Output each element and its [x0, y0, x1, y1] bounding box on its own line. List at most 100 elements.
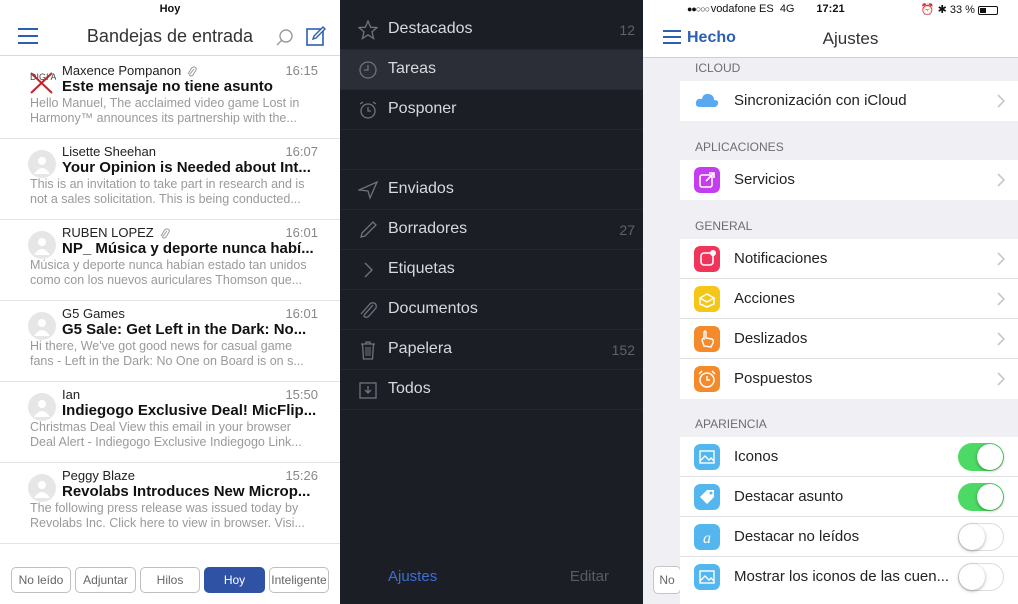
section-header-icloud: ICLOUD — [695, 61, 741, 75]
email-row[interactable]: Lisette Sheehan 16:07 Your Opinion is Ne… — [0, 138, 340, 220]
sender-logo: DIGI ART — [28, 69, 56, 97]
sidebar-item-label: Todos — [388, 380, 431, 397]
email-time: 16:15 — [285, 63, 318, 78]
sidebar-item-papelera[interactable]: Papelera 152 — [340, 330, 643, 370]
email-row[interactable]: Peggy Blaze 15:26 Revolabs Introduces Ne… — [0, 462, 340, 544]
email-sender: Peggy Blaze — [62, 468, 135, 483]
row-servicios[interactable]: Servicios — [680, 160, 1018, 200]
row-label: Destacar asunto — [734, 488, 844, 505]
letter-a-icon: a — [694, 524, 720, 550]
box-icon — [694, 286, 720, 312]
sidebar-item-todos[interactable]: Todos — [340, 370, 643, 410]
person-icon — [34, 157, 50, 174]
section-icloud: Sincronización con iCloud — [680, 81, 1018, 121]
email-row[interactable]: DIGI ART Maxence Pompanon 16:15 Este men… — [0, 57, 340, 139]
person-icon — [34, 481, 50, 498]
sidebar-item-label: Documentos — [388, 300, 478, 317]
row-pospuestos[interactable]: Pospuestos — [680, 359, 1018, 399]
chevron-right-icon — [997, 94, 1006, 108]
person-icon — [34, 400, 50, 417]
row-label: Mostrar los iconos de las cuen... — [734, 568, 950, 585]
avatar — [28, 231, 56, 259]
tag-icon — [694, 484, 720, 510]
section-general: Notificaciones Acciones Deslizados Pospu… — [680, 239, 1018, 399]
tab-adjuntar[interactable]: Adjuntar — [75, 567, 136, 593]
row-acciones[interactable]: Acciones — [680, 279, 1018, 319]
sidebar-item-borradores[interactable]: Borradores 27 — [340, 210, 643, 250]
email-sender: G5 Games — [62, 306, 125, 321]
sidebar-item-label: Destacados — [388, 20, 473, 37]
avatar — [28, 150, 56, 178]
tab-ghost-partial: No — [653, 566, 681, 594]
status-bar-label: Hoy — [159, 3, 181, 15]
sidebar-item-posponer[interactable]: Posponer — [340, 90, 643, 130]
row-label: Notificaciones — [734, 250, 828, 267]
sidebar-item-count: 152 — [611, 342, 635, 358]
digi-art-logo-icon: DIGI ART — [30, 72, 56, 94]
toggle-destacar-asunto[interactable] — [958, 483, 1004, 511]
paperclip-icon — [360, 302, 377, 318]
search-icon[interactable] — [276, 28, 294, 46]
sidebar-footer: Ajustes Editar — [340, 560, 643, 596]
compose-icon[interactable] — [306, 26, 326, 46]
chevron-right-icon — [997, 292, 1006, 306]
sidebar-item-tareas[interactable]: Tareas — [340, 50, 643, 90]
avatar — [28, 312, 56, 340]
email-time: 16:07 — [285, 144, 318, 159]
row-label: Sincronización con iCloud — [734, 92, 907, 109]
mailbox-sidebar: Destacados 12 Tareas Posponer Enviados B… — [340, 0, 643, 604]
tab-inteligente[interactable]: Inteligente — [269, 567, 329, 593]
email-time: 16:01 — [285, 306, 318, 321]
sidebar-item-enviados[interactable]: Enviados — [340, 170, 643, 210]
section-header-general: GENERAL — [695, 219, 753, 233]
tab-hoy[interactable]: Hoy — [204, 567, 265, 593]
inbox-panel: Hoy Bandejas de entrada DIGI ART Maxence… — [0, 0, 340, 604]
toggle-mostrar-iconos-cuentas[interactable] — [958, 563, 1004, 591]
sidebar-item-label: Tareas — [388, 60, 437, 77]
section-appearance: Iconos Destacar asunto a Destacar no leí… — [680, 437, 1018, 604]
email-row[interactable]: G5 Games 16:01 G5 Sale: Get Left in the … — [0, 300, 340, 382]
chevron-right-icon — [364, 262, 373, 278]
svg-text:a: a — [703, 530, 711, 547]
row-icloud-sync[interactable]: Sincronización con iCloud — [680, 81, 1018, 121]
chevron-right-icon — [997, 252, 1006, 266]
archive-icon — [359, 382, 377, 399]
image-icon — [694, 564, 720, 590]
toggle-iconos[interactable] — [958, 443, 1004, 471]
section-apps: Servicios — [680, 160, 1018, 200]
email-subject: Revolabs Introduces New Microp... — [62, 483, 311, 500]
email-row[interactable]: Ian 15:50 Indiegogo Exclusive Deal! MicF… — [0, 381, 340, 463]
person-icon — [34, 238, 50, 255]
email-subject: Este mensaje no tiene asunto — [62, 78, 273, 95]
row-notificaciones[interactable]: Notificaciones — [680, 239, 1018, 279]
email-time: 15:26 — [285, 468, 318, 483]
tab-hilos[interactable]: Hilos — [140, 567, 200, 593]
alarm-clock-icon — [694, 366, 720, 392]
chevron-right-icon — [997, 173, 1006, 187]
row-deslizados[interactable]: Deslizados — [680, 319, 1018, 359]
avatar — [28, 393, 56, 421]
toggle-destacar-no-leidos[interactable] — [958, 523, 1004, 551]
pencil-icon — [360, 221, 377, 238]
email-subject: G5 Sale: Get Left in the Dark: No... — [62, 321, 307, 338]
row-iconos: Iconos — [680, 437, 1018, 477]
section-header-appearance: APARIENCIA — [695, 417, 767, 431]
sidebar-item-destacados[interactable]: Destacados 12 — [340, 10, 643, 50]
row-label: Pospuestos — [734, 370, 813, 387]
email-sender: RUBEN LOPEZ — [62, 225, 170, 240]
settings-button[interactable]: Ajustes — [388, 568, 437, 585]
sidebar-item-documentos[interactable]: Documentos — [340, 290, 643, 330]
row-label: Acciones — [734, 290, 795, 307]
edit-button[interactable]: Editar — [570, 568, 609, 585]
row-label: Servicios — [734, 171, 795, 188]
hand-icon — [694, 326, 720, 352]
email-row[interactable]: RUBEN LOPEZ 16:01 NP_ Música y deporte n… — [0, 219, 340, 301]
sidebar-item-etiquetas[interactable]: Etiquetas — [340, 250, 643, 290]
email-preview: Hello Manuel, The acclaimed video game L… — [30, 96, 300, 125]
row-mostrar-iconos-cuentas: Mostrar los iconos de las cuen... — [680, 557, 1018, 597]
email-preview: Hi there, We've got good news for casual… — [30, 339, 304, 368]
chevron-right-icon — [997, 372, 1006, 386]
row-destacar-asunto: Destacar asunto — [680, 477, 1018, 517]
attachment-icon — [187, 66, 197, 77]
tab-no-leido[interactable]: No leído — [11, 567, 71, 593]
